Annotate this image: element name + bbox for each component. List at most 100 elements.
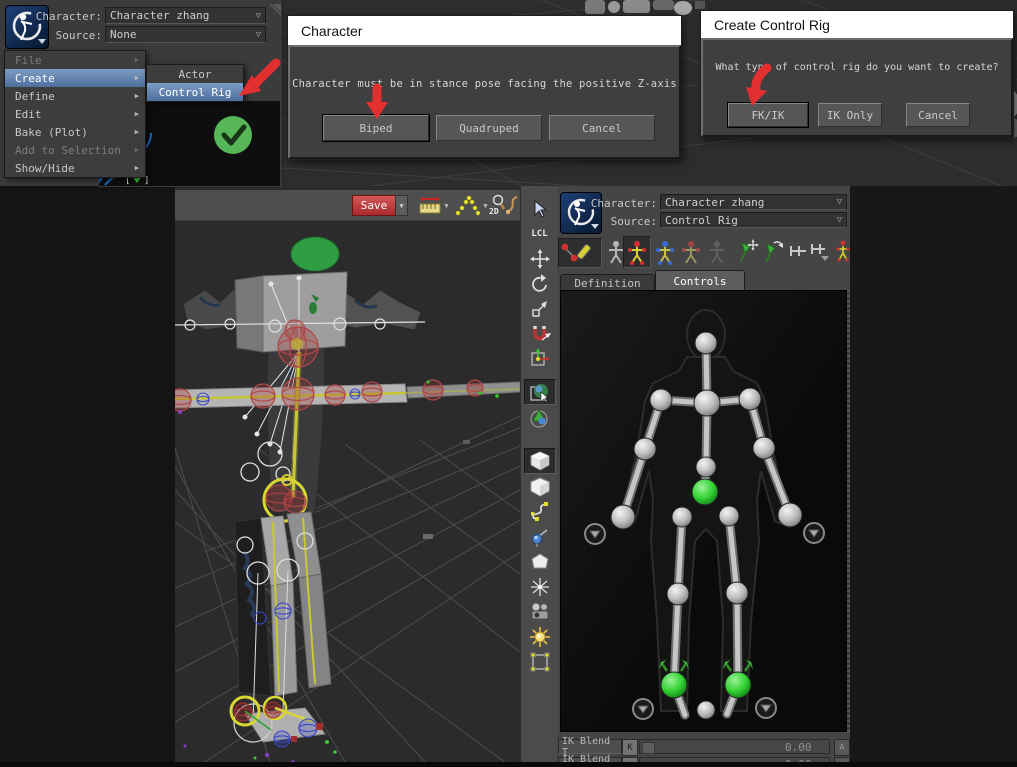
menu-item-add-to-selection[interactable]: Add to Selection ▶: [5, 141, 145, 159]
tab-definition[interactable]: Definition: [560, 274, 655, 291]
viewport-3d-scene[interactable]: [175, 222, 520, 762]
select-cursor-icon[interactable]: [525, 197, 555, 221]
joint-center-bottom[interactable]: [697, 701, 715, 719]
joint-right-elbow[interactable]: [753, 437, 775, 459]
submenu-arrow-icon: ▶: [135, 56, 139, 64]
joint-left-hip[interactable]: [672, 507, 692, 527]
left-hand-expander[interactable]: [585, 524, 605, 544]
submenu-arrow-icon: ▶: [135, 146, 139, 154]
right-hand-expander[interactable]: [804, 523, 824, 543]
spline-icon[interactable]: [525, 500, 555, 524]
draw-curve-icon[interactable]: [505, 194, 520, 216]
translate-icon[interactable]: [525, 247, 555, 271]
chevron-down-icon: ▽: [256, 11, 261, 21]
menu-item-show-hide[interactable]: Show/Hide ▶: [5, 159, 145, 177]
joint-left-ankle[interactable]: [661, 672, 687, 698]
joint-right-knee[interactable]: [726, 582, 748, 604]
cancel-button[interactable]: Cancel: [906, 103, 970, 127]
pane-scrollbar[interactable]: [847, 290, 850, 732]
viewport-toolbar: Save ▼ ▼ ▼ 2D: [175, 190, 520, 221]
cube-solid-icon[interactable]: [524, 448, 556, 474]
snap-magnet-icon[interactable]: [525, 322, 555, 346]
motion-trail-icon[interactable]: [455, 193, 481, 217]
save-button[interactable]: Save: [352, 195, 396, 216]
character-dialog: Character Character must be in stance po…: [287, 15, 682, 160]
character-active-figure-icon[interactable]: [623, 236, 651, 268]
ruler-menu-arrow-icon[interactable]: ▼: [442, 200, 451, 212]
joint-left-knee[interactable]: [667, 583, 689, 605]
character-mini-figure-icon[interactable]: [835, 238, 851, 266]
joint-spine[interactable]: [696, 457, 716, 477]
right-empty-area: [850, 186, 1017, 767]
ik-blend-t-value: 0.00: [785, 741, 812, 754]
joint-head[interactable]: [695, 332, 717, 354]
auto-key-button[interactable]: A: [834, 739, 850, 756]
light-icon[interactable]: [525, 625, 555, 649]
main-viewport[interactable]: Save ▼ ▼ ▼ 2D: [175, 186, 520, 767]
joint-right-shoulder[interactable]: [739, 388, 761, 410]
cancel-button[interactable]: Cancel: [549, 115, 655, 141]
bottom-edge-strip: [0, 762, 1017, 767]
link-dots-icon: [562, 244, 578, 262]
joint-right-hip[interactable]: [719, 506, 739, 526]
keying-group-menu-icon[interactable]: [808, 240, 832, 264]
joint-left-hand[interactable]: [611, 505, 635, 529]
left-empty-area: [0, 186, 175, 767]
bone-icon[interactable]: [525, 525, 555, 549]
marquee-icon[interactable]: [525, 650, 555, 674]
rotate-sphere-icon[interactable]: [525, 406, 555, 430]
character-disabled-figure-icon[interactable]: [705, 238, 729, 266]
joint-hips[interactable]: [692, 479, 718, 505]
submenu-item-control-rig[interactable]: Control Rig: [147, 83, 243, 101]
frame-axis-icon[interactable]: [525, 347, 555, 371]
red-arrow-to-control-rig: [230, 55, 282, 103]
toolbar-group-box: [558, 238, 602, 268]
source-select[interactable]: None ▽: [105, 26, 266, 43]
right-foot-expander[interactable]: [756, 698, 776, 718]
menu-item-create[interactable]: Create ▶: [5, 69, 145, 87]
menu-item-edit[interactable]: Edit ▶: [5, 105, 145, 123]
character-dialog-message: Character must be in stance pose facing …: [290, 78, 679, 90]
ruler-icon[interactable]: [418, 194, 442, 216]
zoom-2d-icon[interactable]: 2D: [489, 193, 505, 217]
ik-only-button[interactable]: IK Only: [818, 103, 882, 127]
camera-icon[interactable]: [525, 600, 555, 624]
character-blue-figure-icon[interactable]: [653, 238, 677, 266]
application-window: Save ▼ ▼ ▼ 2D: [0, 0, 1017, 767]
green-check-badge: [212, 114, 254, 156]
menu-item-bake-plot[interactable]: Bake (Plot) ▶: [5, 123, 145, 141]
local-axis-lcl-icon[interactable]: LCL: [525, 222, 555, 246]
pin-translate-icon[interactable]: [735, 236, 761, 266]
tool-column: LCL: [520, 186, 558, 767]
character-select[interactable]: Character zhang ▽: [660, 194, 847, 210]
joint-chest[interactable]: [694, 390, 720, 416]
null-marker-icon[interactable]: [525, 575, 555, 599]
sphere-select-icon[interactable]: [524, 379, 556, 405]
submenu-item-actor[interactable]: Actor: [147, 65, 243, 83]
slider-handle[interactable]: [642, 742, 655, 754]
quadruped-button[interactable]: Quadruped: [436, 115, 542, 141]
key-button[interactable]: K: [622, 739, 638, 756]
character-red-figure-icon[interactable]: [679, 238, 703, 266]
rotate-icon[interactable]: [525, 272, 555, 296]
joint-right-ankle[interactable]: [725, 672, 751, 698]
cube-icon[interactable]: [525, 475, 555, 499]
joint-left-elbow[interactable]: [634, 438, 656, 460]
save-menu-arrow-icon[interactable]: ▼: [395, 195, 408, 216]
pin-rotate-icon[interactable]: [761, 236, 785, 266]
menu-item-file[interactable]: File ▶: [5, 51, 145, 69]
polygon-icon[interactable]: [525, 550, 555, 574]
submenu-arrow-icon: ▶: [135, 110, 139, 118]
character-representation-pane[interactable]: [560, 290, 847, 732]
keying-group-icon[interactable]: [787, 240, 809, 262]
joint-left-shoulder[interactable]: [650, 389, 672, 411]
source-select[interactable]: Control Rig ▽: [660, 212, 847, 228]
scale-icon[interactable]: [525, 297, 555, 321]
tab-controls[interactable]: Controls: [655, 270, 745, 291]
joint-right-hand[interactable]: [778, 503, 802, 527]
submenu-arrow-icon: ▶: [135, 74, 139, 82]
character-dialog-body: Character must be in stance pose facing …: [288, 45, 681, 159]
menu-item-define[interactable]: Define ▶: [5, 87, 145, 105]
character-select[interactable]: Character zhang ▽: [105, 7, 266, 24]
left-foot-expander[interactable]: [633, 699, 653, 719]
